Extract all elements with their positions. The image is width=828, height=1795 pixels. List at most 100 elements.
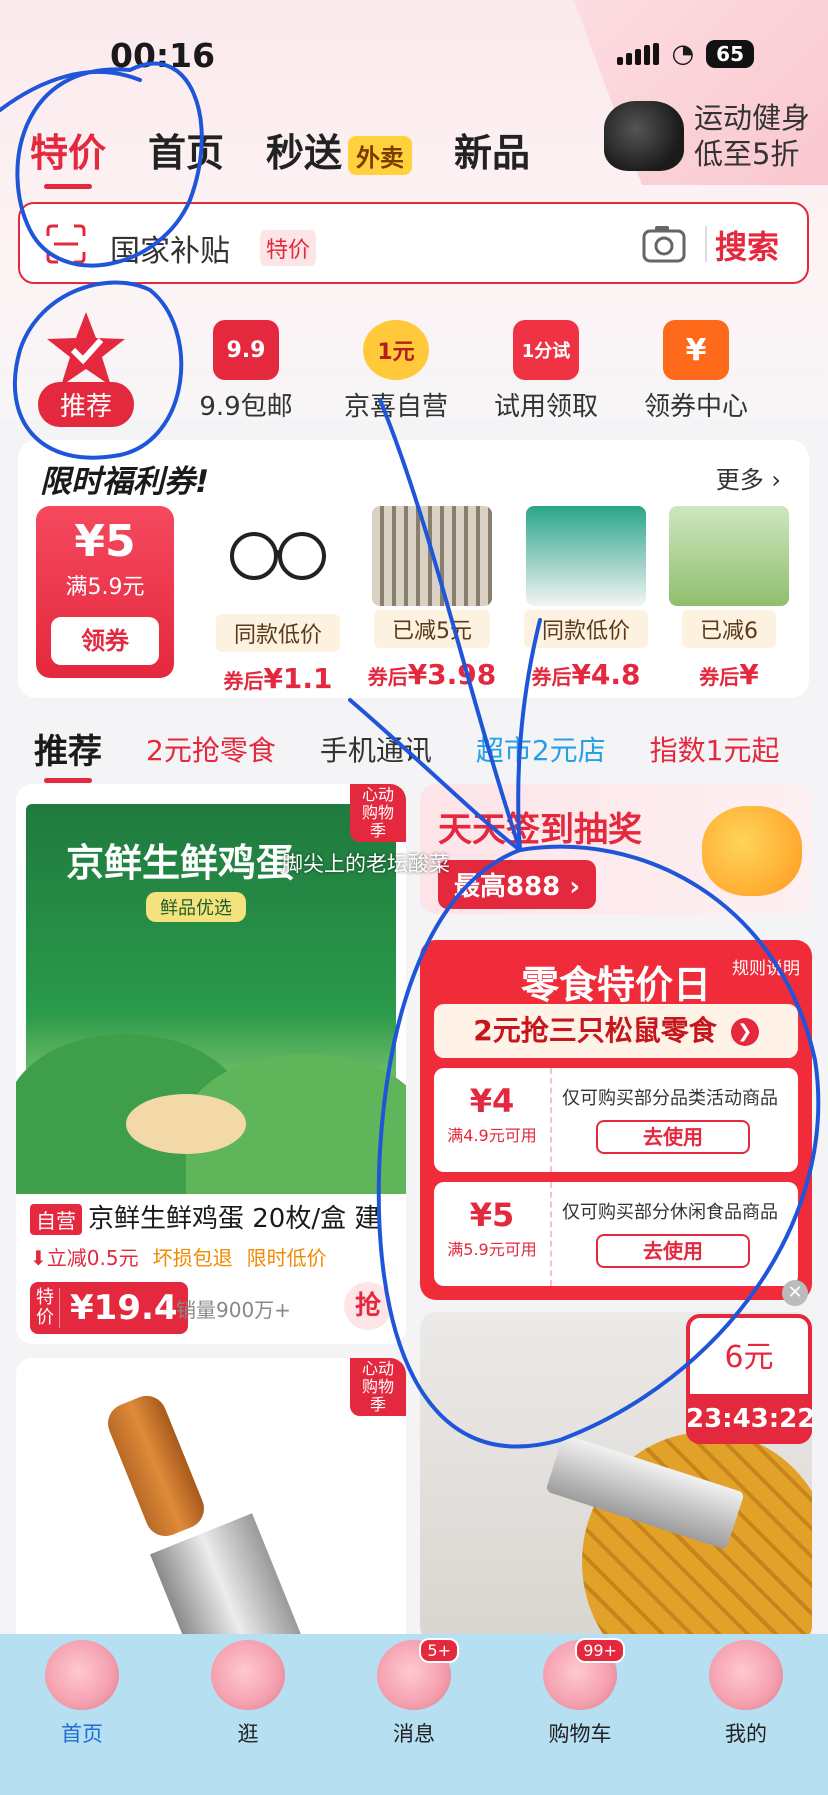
coupon-product[interactable]: 已减5元 券后¥3.98 bbox=[358, 506, 506, 691]
category-coupon-center[interactable]: ¥ 领券中心 bbox=[626, 310, 766, 423]
nav-cart[interactable]: 99+ 购物车 bbox=[520, 1638, 640, 1748]
price-prefix: 券后 bbox=[367, 665, 408, 689]
sales-count: 销量900万+ bbox=[176, 1298, 291, 1322]
more-link[interactable]: 更多 › bbox=[716, 460, 781, 495]
nav-label: 我的 bbox=[725, 1722, 767, 1746]
feed-tab-index[interactable]: 指数1元起 bbox=[650, 729, 780, 769]
star-icon bbox=[47, 312, 125, 386]
feed-tab-recommend[interactable]: 推荐 bbox=[34, 724, 102, 783]
price-prefix: 券后 bbox=[699, 665, 740, 689]
product-tag: 同款低价 bbox=[215, 614, 340, 652]
category-label: 推荐 bbox=[37, 382, 134, 427]
search-bar[interactable]: 国家补贴 特价 搜索 bbox=[18, 202, 809, 284]
discount-text: 立减0.5元 bbox=[46, 1246, 139, 1270]
coupon-product[interactable]: 同款低价 券后¥4.8 bbox=[512, 506, 660, 691]
shopping-season-badge: 心动购物季 bbox=[350, 784, 406, 842]
category-recommend[interactable]: 推荐 bbox=[16, 310, 156, 427]
use-coupon-button[interactable]: 去使用 bbox=[596, 1120, 750, 1154]
feed-tab-snacks[interactable]: 2元抢零食 bbox=[146, 729, 276, 769]
search-input[interactable]: 国家补贴 bbox=[110, 226, 230, 270]
nav-messages[interactable]: 5+ 消息 bbox=[354, 1638, 474, 1748]
rules-link[interactable]: 规则说明 bbox=[732, 954, 800, 979]
shopping-season-badge: 心动购物季 bbox=[350, 1358, 406, 1416]
tab-new[interactable]: 新品 bbox=[454, 122, 530, 177]
pig-mascot-icon bbox=[211, 1640, 285, 1710]
message-count-badge: 5+ bbox=[419, 1638, 459, 1663]
egg-box-title: 京鲜生鲜鸡蛋 bbox=[66, 841, 295, 885]
tab-specials[interactable]: 特价 bbox=[30, 122, 106, 189]
mascot-duck-icon bbox=[702, 806, 802, 896]
detergent-image bbox=[526, 506, 646, 606]
product-card-knife[interactable]: 心动购物季 bbox=[16, 1358, 406, 1658]
category-free-shipping[interactable]: 9.9 9.9包邮 bbox=[176, 310, 316, 423]
close-icon[interactable]: ✕ bbox=[782, 1280, 808, 1306]
category-trial[interactable]: 1分试 试用领取 bbox=[476, 310, 616, 423]
tab-delivery[interactable]: 秒送 外卖 bbox=[266, 122, 413, 177]
use-coupon-button[interactable]: 去使用 bbox=[596, 1234, 750, 1268]
coupon-icon: ¥ bbox=[663, 320, 729, 380]
tab-delivery-label: 秒送 bbox=[266, 131, 343, 175]
signin-reward-button[interactable]: 最高888 › bbox=[438, 860, 597, 909]
category-label: 9.9包邮 bbox=[199, 392, 293, 422]
claim-coupon-button[interactable]: 领券 bbox=[51, 617, 159, 665]
pig-mascot-icon bbox=[45, 1640, 119, 1710]
self-operated-tag: 自营 bbox=[30, 1204, 82, 1235]
daily-signin-banner[interactable]: 天天签到抽奖 最高888 › bbox=[420, 784, 812, 914]
coupon-product[interactable]: 已减6 券后¥ bbox=[666, 506, 792, 691]
nav-home[interactable]: 首页 bbox=[22, 1640, 142, 1748]
sports-promo[interactable]: 运动健身 低至5折 bbox=[603, 100, 810, 172]
price-prefix: 券后 bbox=[223, 669, 264, 693]
battery-icon: 65 bbox=[706, 40, 754, 68]
snack-banner-text: 2元抢三只松鼠零食 bbox=[473, 1014, 717, 1047]
category-jingxi-self[interactable]: 1元 京喜自营 bbox=[326, 310, 466, 423]
feed-tab-phones[interactable]: 手机通讯 bbox=[320, 729, 432, 769]
arrow-right-icon: ❯ bbox=[730, 1018, 759, 1046]
pig-mascot-icon bbox=[709, 1640, 783, 1710]
scan-icon[interactable] bbox=[46, 224, 86, 264]
arrow-down-icon: ⬇ bbox=[30, 1246, 47, 1270]
coupon-amount: ¥4 bbox=[469, 1082, 515, 1120]
coupon-product[interactable]: 同款低价 券后¥1.1 bbox=[204, 506, 352, 695]
coupon-description: 仅可购买部分品类活动商品 bbox=[562, 1088, 778, 1109]
bottom-nav: 首页 逛 5+ 消息 99+ 购物车 我的 bbox=[0, 1634, 828, 1795]
search-divider bbox=[705, 226, 707, 262]
signin-title: 天天签到抽奖 bbox=[438, 810, 642, 850]
nav-browse[interactable]: 逛 bbox=[188, 1640, 308, 1748]
feed-tab-supermarket[interactable]: 超市2元店 bbox=[476, 729, 606, 769]
egg-basket bbox=[126, 1094, 246, 1154]
promo-line-1: 运动健身 bbox=[693, 101, 810, 135]
search-button[interactable]: 搜索 bbox=[715, 222, 779, 268]
cart-count-badge: 99+ bbox=[575, 1638, 625, 1663]
egg-box-subtitle: 鲜品优选 bbox=[146, 892, 246, 922]
takeout-badge: 外卖 bbox=[348, 136, 413, 175]
camera-icon[interactable] bbox=[641, 222, 687, 264]
price-label: 特价 bbox=[30, 1288, 60, 1328]
category-label: 京喜自营 bbox=[343, 392, 448, 422]
product-title: 自营 京鲜生鲜鸡蛋 20枚/盒 建 bbox=[30, 1198, 380, 1235]
snack-coupon: ¥5 满5.9元可用 仅可购买部分休闲食品商品 去使用 bbox=[434, 1182, 798, 1286]
top-tabs: 特价 首页 秒送 外卖 新品 bbox=[30, 122, 530, 189]
flash-sale-timer: 6元 23:43:22 bbox=[686, 1314, 815, 1444]
tab-home[interactable]: 首页 bbox=[148, 122, 224, 177]
category-label: 领券中心 bbox=[643, 392, 748, 422]
grab-button[interactable]: 抢 bbox=[344, 1282, 392, 1330]
wifi-icon: ◔ bbox=[671, 39, 695, 69]
nav-profile[interactable]: 我的 bbox=[686, 1640, 806, 1748]
shower-gel-image bbox=[669, 506, 789, 606]
pig-mascot-icon: 99+ bbox=[543, 1638, 625, 1710]
section-title: 限时福利券! bbox=[40, 464, 210, 500]
status-time: 00:16 bbox=[110, 36, 216, 75]
promo-line-2: 低至5折 bbox=[693, 137, 800, 171]
product-price: ¥4.8 bbox=[571, 658, 641, 691]
coupon-condition: 满5.9元可用 bbox=[447, 1240, 537, 1259]
snack-banner[interactable]: 2元抢三只松鼠零食 ❯ bbox=[434, 1004, 798, 1058]
coupon-description: 仅可购买部分休闲食品商品 bbox=[562, 1202, 778, 1223]
snack-special-day: 零食特价日 规则说明 2元抢三只松鼠零食 ❯ ¥4 满4.9元可用 仅可购买部分品… bbox=[420, 940, 812, 1300]
voucher-card[interactable]: ¥5 满5.9元 领券 bbox=[36, 506, 174, 678]
voucher-condition: 满5.9元 bbox=[65, 575, 145, 600]
pig-mascot-icon: 5+ bbox=[377, 1638, 459, 1710]
coupon-condition: 满4.9元可用 bbox=[447, 1126, 537, 1145]
promo-image bbox=[603, 101, 684, 171]
search-tag: 特价 bbox=[260, 230, 317, 266]
product-tag: 已减6 bbox=[682, 610, 776, 648]
